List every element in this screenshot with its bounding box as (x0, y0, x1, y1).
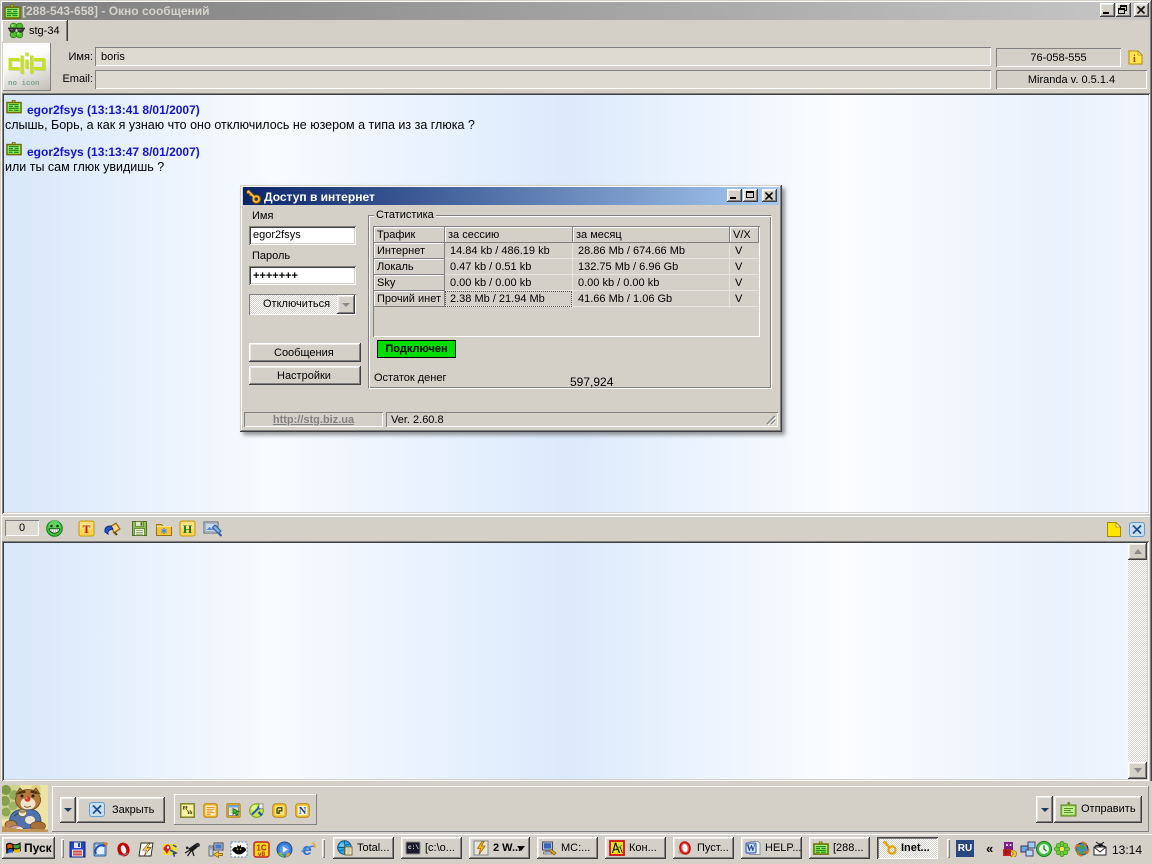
svg-text:no icon: no icon (8, 80, 40, 88)
svg-text:v8: v8 (258, 851, 266, 858)
svg-text:W: W (747, 843, 756, 853)
svg-text:T: T (82, 522, 90, 536)
svg-text:i: i (1133, 54, 1136, 65)
svg-text:c:\: c:\ (408, 844, 419, 851)
svg-text:N: N (299, 806, 307, 817)
svg-text:H: H (183, 522, 193, 536)
